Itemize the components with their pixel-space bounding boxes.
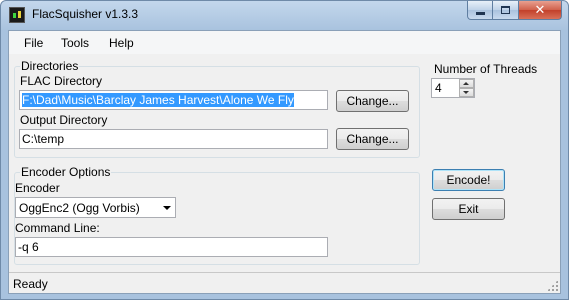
directories-group-label: Directories (20, 59, 80, 73)
close-button[interactable]: ✕ (519, 1, 562, 20)
client-area: File Tools Help Directories FLAC Directo… (8, 30, 561, 294)
output-directory-value: C:\temp (22, 132, 65, 146)
chevron-down-icon (163, 206, 171, 210)
menu-bar: File Tools Help (9, 31, 560, 54)
app-icon[interactable] (9, 7, 25, 23)
maximize-icon (501, 6, 510, 14)
output-directory-label: Output Directory (20, 113, 108, 127)
encode-button[interactable]: Encode! (432, 169, 505, 191)
command-line-value: -q 6 (18, 240, 39, 254)
status-text: Ready (13, 277, 48, 291)
menu-help[interactable]: Help (109, 36, 134, 50)
close-icon: ✕ (534, 2, 546, 17)
output-change-button[interactable]: Change... (336, 128, 409, 150)
spin-up-icon[interactable] (459, 79, 474, 88)
output-directory-input[interactable]: C:\temp (19, 129, 328, 149)
window-controls: ✕ (467, 1, 562, 21)
flac-directory-value: F:\Dad\Music\Barclay James Harvest\Alone… (22, 93, 294, 107)
flac-change-button[interactable]: Change... (336, 90, 409, 112)
encoder-selected-value: OggEnc2 (Ogg Vorbis) (19, 201, 140, 215)
exit-button[interactable]: Exit (432, 198, 505, 220)
menu-tools[interactable]: Tools (61, 36, 89, 50)
minimize-icon (475, 12, 485, 15)
window-title: FlacSquisher v1.3.3 (32, 7, 139, 21)
minimize-button[interactable] (467, 1, 493, 20)
status-bar: Ready (9, 272, 560, 293)
threads-spin-buttons (459, 79, 474, 97)
menu-file[interactable]: File (24, 36, 43, 50)
command-line-input[interactable]: -q 6 (15, 237, 328, 257)
encoder-select[interactable]: OggEnc2 (Ogg Vorbis) (15, 197, 176, 218)
spin-down-icon[interactable] (459, 88, 474, 97)
encoder-options-group-label: Encoder Options (20, 165, 112, 179)
maximize-button[interactable] (493, 1, 519, 20)
threads-spinner[interactable]: 4 (431, 78, 475, 98)
threads-value: 4 (435, 81, 442, 95)
command-line-label: Command Line: (15, 221, 100, 235)
flac-directory-label: FLAC Directory (20, 74, 103, 88)
title-bar[interactable]: FlacSquisher v1.3.3 ✕ (1, 1, 568, 30)
threads-label: Number of Threads (434, 62, 538, 76)
resize-grip-icon[interactable] (547, 280, 558, 291)
encoder-label: Encoder (15, 181, 60, 195)
app-window: FlacSquisher v1.3.3 ✕ File Tools Help Di… (0, 0, 569, 300)
flac-directory-input[interactable]: F:\Dad\Music\Barclay James Harvest\Alone… (19, 90, 328, 110)
